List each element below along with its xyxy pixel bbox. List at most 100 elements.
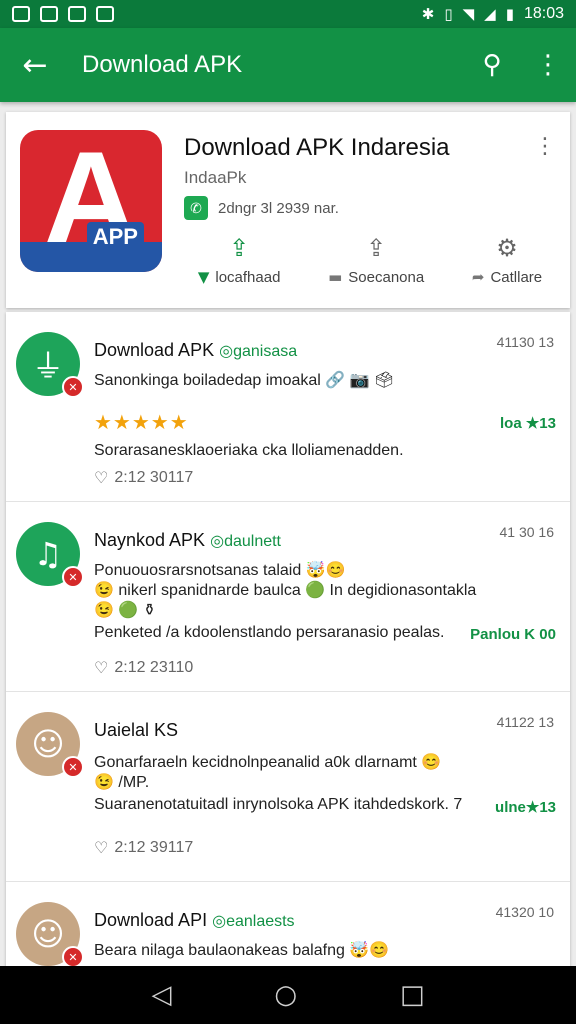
review-line: Sanonkinga boiladedap imoakal 🔗 📷 🗳: [94, 372, 395, 389]
logo-tag: APP: [86, 222, 144, 252]
action-comment[interactable]: ⇪ ▬ Soecanona: [328, 234, 424, 286]
action-label: Soecanona: [348, 268, 425, 286]
list-item[interactable]: ☺ ✕ Download API ◎eanlaests 41320 10 Bea…: [6, 882, 570, 972]
wifi-icon: ◥: [462, 5, 475, 23]
status-time: 18:03: [523, 5, 564, 22]
review-time: 41 30 16: [499, 524, 555, 540]
avatar: ☺ ✕: [16, 902, 84, 968]
navigation-bar: ◁ ○ □: [0, 966, 576, 1024]
app-meta: ✆ 2dngr 3l 2939 nar.: [184, 196, 339, 220]
status-left-icons: [12, 6, 114, 22]
review-body: Sorarasanesklaoeriaka cka lloliamenadden…: [94, 442, 404, 459]
vibrate-icon: ▯: [444, 5, 453, 23]
review-name-text: Naynkod APK: [94, 530, 206, 550]
back-button[interactable]: ◁: [151, 980, 171, 1010]
action-label-row: ▼ locafhaad: [198, 268, 281, 286]
review-body: Suaranenotatuitadl inrynolsoka APK itahd…: [94, 796, 463, 813]
forward-icon: ➦: [471, 268, 485, 286]
list-item[interactable]: ☺ ✕ Uaielal KS 41122 13 Gonarfaraeln kec…: [6, 692, 570, 882]
app-bar-title: Download APK: [82, 51, 243, 78]
list-item[interactable]: ♫ ✕ Naynkod APK ◎daulnett 41 30 16 Ponuo…: [6, 502, 570, 692]
like-icon[interactable]: ♡: [94, 468, 108, 487]
review-footer-text: 2:12 30117: [114, 468, 194, 486]
comment-icon: ▬: [328, 268, 343, 286]
review-footer-text: 2:12 39117: [114, 838, 194, 856]
review-name: Download API ◎eanlaests: [94, 910, 295, 931]
review-time: 41130 13: [496, 334, 554, 350]
review-name-text: Download APK: [94, 340, 215, 360]
action-label-row: ➦ Catllare: [472, 268, 542, 286]
image-icon: [12, 6, 30, 22]
action-label-row: ▬ Soecanona: [328, 268, 424, 286]
review-tag: ulne★13: [495, 799, 556, 816]
action-label: locafhaad: [215, 268, 281, 286]
review-line: 😉 🟢 ⚱: [94, 602, 157, 619]
home-button[interactable]: ○: [274, 980, 297, 1010]
list-item[interactable]: ⏚ ✕ Download APK ◎ganisasa 41130 13 Sano…: [6, 312, 570, 502]
review-sub: ◎ganisasa: [219, 343, 298, 360]
review-sub: ◎daulnett: [210, 533, 281, 550]
battery-icon: ▮: [505, 5, 514, 23]
download-icon: ▼: [197, 268, 210, 286]
avatar: ☺ ✕: [16, 712, 84, 778]
recents-button[interactable]: □: [400, 980, 425, 1010]
person-icon: ☺: [31, 915, 65, 953]
back-arrow-icon[interactable]: ←: [0, 48, 70, 83]
app-action-row: ⇪ ▼ locafhaad ⇪ ▬ Soecanona ⚙ ➦ Catllare: [174, 234, 566, 286]
review-line: Beara nilaga baulaonakeas balafng 🤯😊: [94, 942, 390, 959]
plug-icon: ⏚: [31, 347, 64, 385]
share-icon: ⇪: [229, 234, 250, 262]
share-alt-icon: ⇪: [366, 234, 387, 262]
review-name: Download APK ◎ganisasa: [94, 340, 297, 361]
review-tag: loa ★13: [500, 415, 556, 432]
avatar: ⏚ ✕: [16, 332, 84, 398]
review-name: Naynkod APK ◎daulnett: [94, 530, 281, 551]
like-icon[interactable]: ♡: [94, 658, 108, 677]
photo-icon: [40, 6, 58, 22]
review-name-text: Uaielal KS: [94, 720, 179, 740]
settings-icon: ⚙: [496, 234, 518, 262]
review-name: Uaielal KS: [94, 720, 178, 741]
like-icon[interactable]: ♡: [94, 838, 108, 857]
app-more-icon[interactable]: ⋮: [534, 134, 556, 159]
app-title: Download APK Indaresia: [184, 134, 450, 161]
search-icon[interactable]: ⚲: [464, 50, 520, 80]
badge-icon: ✕: [62, 376, 84, 398]
music-note-icon: ♫: [33, 535, 63, 573]
review-line: 😉 /MP.: [94, 774, 150, 791]
review-sub-text: eanlaests: [226, 913, 295, 930]
app-info-card: A APP Download APK Indaresia IndaaPk ✆ 2…: [6, 112, 570, 308]
status-bar: ✱ ▯ ◥ ◢ ▮ 18:03: [0, 0, 576, 28]
status-right-icons: ✱ ▯ ◥ ◢ ▮ 18:03: [422, 5, 564, 23]
review-body: Penketed /a kdoolenstlando persaranasio …: [94, 624, 445, 641]
review-time: 41320 10: [495, 904, 554, 920]
action-label: Catllare: [490, 268, 543, 286]
action-settings[interactable]: ⚙ ➦ Catllare: [472, 234, 542, 286]
overflow-menu-icon[interactable]: ⋮: [520, 50, 576, 80]
badge-icon: ✕: [62, 566, 84, 588]
review-tag: Panlou K 00: [470, 626, 556, 643]
review-footer-text: 2:12 23110: [114, 658, 194, 676]
signal-icon: ◢: [484, 5, 496, 23]
review-footer: ♡ 2:12 30117: [94, 468, 193, 487]
bag-icon: [96, 6, 114, 22]
person-icon: ☺: [31, 725, 65, 763]
action-download[interactable]: ⇪ ▼ locafhaad: [198, 234, 281, 286]
review-sub: ◎eanlaests: [212, 913, 295, 930]
review-footer: ♡ 2:12 39117: [94, 838, 193, 857]
review-line: Gonarfaraeln kecidnolnpeanalid a0k dlarn…: [94, 754, 442, 771]
app-meta-text: 2dngr 3l 2939 nar.: [218, 199, 339, 217]
review-line: 😉 nikerl spanidnarde baulca 🟢 In degidio…: [94, 582, 477, 599]
avatar: ♫ ✕: [16, 522, 84, 588]
star-rating: ★★★★★: [94, 410, 189, 434]
badge-icon: ✕: [62, 946, 84, 968]
review-line: Ponuouosrarsnotsanas talaid 🤯😊: [94, 562, 346, 579]
app-logo[interactable]: A APP: [20, 130, 162, 272]
badge-icon: ✕: [62, 756, 84, 778]
whatsapp-icon: ✆: [184, 196, 208, 220]
app-bar: ← Download APK ⚲ ⋮: [0, 28, 576, 102]
bluetooth-icon: ✱: [421, 5, 435, 23]
review-sub-text: daulnett: [224, 533, 281, 550]
app-developer[interactable]: IndaaPk: [184, 168, 246, 188]
review-footer: ♡ 2:12 23110: [94, 658, 193, 677]
